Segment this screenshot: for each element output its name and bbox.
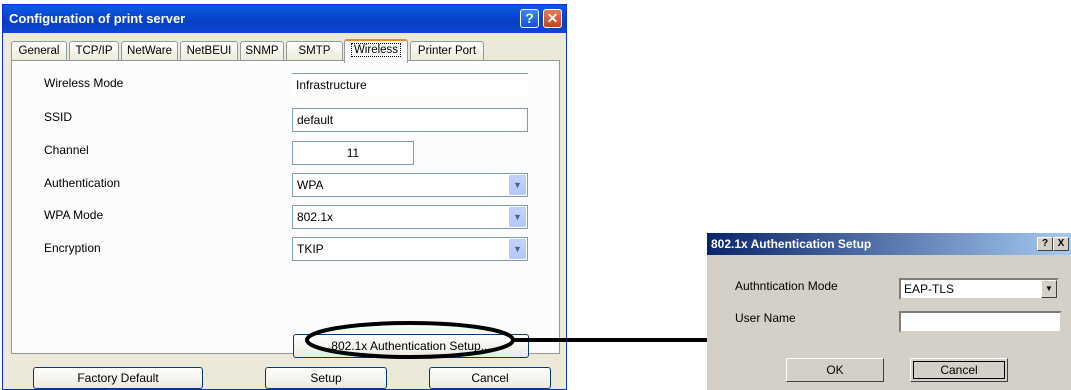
tab-smtp[interactable]: SMTP bbox=[286, 41, 343, 61]
chevron-down-icon[interactable]: ▼ bbox=[509, 207, 526, 227]
tab-tcpip[interactable]: TCP/IP bbox=[69, 41, 119, 61]
encryption-select[interactable]: TKIP ▼ bbox=[292, 237, 528, 261]
ssid-input[interactable]: default bbox=[292, 108, 528, 132]
tab-printer-port[interactable]: Printer Port bbox=[410, 41, 484, 61]
encryption-value: TKIP bbox=[297, 242, 324, 256]
authentication-label: Authentication bbox=[44, 176, 121, 190]
tab-snmp[interactable]: SNMP bbox=[240, 41, 284, 61]
auth-mode-value: EAP-TLS bbox=[904, 282, 955, 296]
wpa-mode-label: WPA Mode bbox=[44, 208, 104, 222]
wpa-mode-select[interactable]: 802.1x ▼ bbox=[292, 205, 528, 229]
wireless-panel: Wireless Mode Infrastructure SSID defaul… bbox=[11, 60, 560, 358]
tab-netbeui[interactable]: NetBEUI bbox=[180, 41, 238, 61]
auth-setup-dialog: 802.1x Authentication Setup ? X Authntic… bbox=[707, 233, 1071, 390]
wireless-mode-field: Infrastructure bbox=[292, 73, 528, 97]
channel-input[interactable]: 11 bbox=[292, 141, 414, 165]
user-name-label: User Name bbox=[735, 311, 796, 325]
help-icon[interactable]: ? bbox=[520, 9, 539, 28]
factory-default-button[interactable]: Factory Default bbox=[33, 367, 203, 389]
chevron-down-icon[interactable]: ▼ bbox=[1041, 280, 1057, 298]
chevron-down-icon[interactable]: ▼ bbox=[509, 175, 526, 195]
main-title-bar[interactable]: Configuration of print server ? ✕ bbox=[3, 5, 566, 33]
auth-mode-select[interactable]: EAP-TLS ▼ bbox=[899, 278, 1059, 300]
wireless-mode-label: Wireless Mode bbox=[44, 76, 124, 90]
ssid-label: SSID bbox=[44, 110, 73, 124]
print-server-config-window: Configuration of print server ? ✕ Genera… bbox=[2, 4, 567, 390]
wpa-mode-value: 802.1x bbox=[297, 210, 334, 224]
auth-cancel-button[interactable]: Cancel bbox=[910, 358, 1008, 382]
channel-label: Channel bbox=[44, 143, 89, 157]
main-window-title: Configuration of print server bbox=[9, 11, 186, 26]
help-icon[interactable]: ? bbox=[1037, 237, 1053, 251]
close-icon[interactable]: X bbox=[1053, 237, 1069, 251]
authentication-value: WPA bbox=[297, 178, 324, 192]
cancel-button[interactable]: Cancel bbox=[429, 367, 551, 389]
tab-general[interactable]: General bbox=[11, 41, 67, 61]
encryption-label: Encryption bbox=[44, 241, 101, 255]
auth-mode-label: Authntication Mode bbox=[735, 279, 838, 293]
authentication-select[interactable]: WPA ▼ bbox=[292, 173, 528, 197]
tab-netware[interactable]: NetWare bbox=[121, 41, 178, 61]
chevron-down-icon[interactable]: ▼ bbox=[509, 239, 526, 259]
auth-setup-button[interactable]: 802.1x Authentication Setup... bbox=[293, 334, 529, 358]
close-icon[interactable]: ✕ bbox=[543, 9, 562, 28]
auth-dialog-title: 802.1x Authentication Setup bbox=[711, 237, 872, 251]
auth-title-bar[interactable]: 802.1x Authentication Setup ? X bbox=[707, 233, 1071, 255]
ok-button[interactable]: OK bbox=[786, 358, 884, 382]
user-name-input[interactable] bbox=[899, 311, 1062, 333]
tab-wireless[interactable]: Wireless bbox=[344, 39, 408, 63]
setup-button[interactable]: Setup bbox=[265, 367, 387, 389]
